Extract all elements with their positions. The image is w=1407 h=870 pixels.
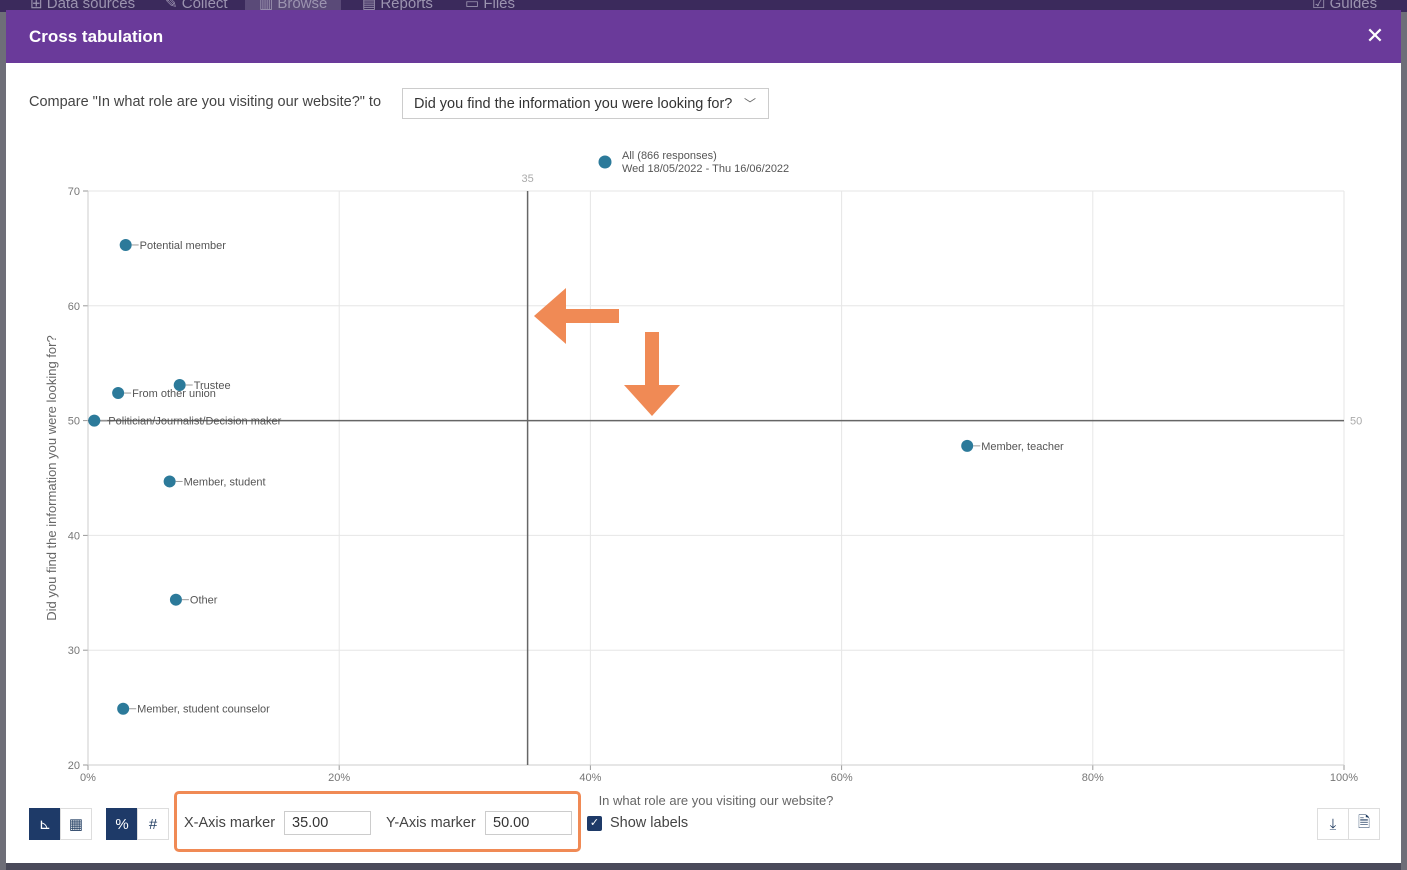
- legend-sublabel: Wed 18/05/2022 - Thu 16/06/2022: [622, 163, 789, 175]
- chevron-down-icon: ﹀: [743, 97, 756, 111]
- scatter-chart-icon: ⊾: [38, 816, 52, 833]
- y-tick-label: 20: [68, 760, 80, 772]
- data-point: [119, 238, 132, 251]
- compare-label: Compare "In what role are you visiting o…: [29, 94, 382, 110]
- y-marker-label: 50: [1350, 416, 1362, 428]
- point-label: Member, student: [184, 476, 266, 488]
- percent-icon: %: [115, 815, 129, 833]
- point-label: Member, student counselor: [137, 704, 270, 716]
- dialog-title: Cross tabulation: [29, 27, 164, 46]
- legend-label: All (866 responses): [622, 150, 717, 162]
- x-tick-label: 40%: [579, 772, 601, 784]
- export-button[interactable]: 🗎: [1348, 808, 1380, 840]
- hash-icon: #: [148, 815, 158, 833]
- arrow-down-annotation: [624, 332, 680, 416]
- x-axis-marker-label: X-Axis marker: [184, 815, 276, 831]
- y-tick-label: 70: [68, 186, 80, 198]
- x-axis-marker-input[interactable]: [284, 811, 371, 835]
- scatter-chart: 20 30 40 50 60 70 0% 20% 40% 60% 80% 100% 35 50 Pote…: [44, 150, 1362, 808]
- table-icon: ▦: [68, 816, 84, 833]
- download-button[interactable]: ⤓: [1317, 808, 1349, 840]
- compare-select-value: Did you find the information you were lo…: [414, 96, 733, 112]
- chart-markers: 35 50: [88, 173, 1362, 765]
- cross-tabulation-dialog: Cross tabulation ✕ Compare "In what role…: [6, 10, 1401, 863]
- y-tick-label: 40: [68, 530, 80, 542]
- point-label: Potential member: [140, 240, 227, 252]
- y-tick-label: 60: [68, 301, 80, 313]
- chart-grid: [87, 190, 1345, 766]
- x-tick-label: 20%: [328, 772, 350, 784]
- y-tick-label: 30: [68, 645, 80, 657]
- compare-question-select[interactable]: Did you find the information you were lo…: [402, 88, 769, 119]
- arrow-left-annotation: [534, 288, 619, 344]
- y-axis-marker-input[interactable]: [485, 811, 572, 835]
- point-label: From other union: [132, 388, 216, 400]
- dialog-header: Cross tabulation ✕: [6, 10, 1401, 63]
- x-tick-label: 0%: [80, 772, 96, 784]
- y-axis-label: Did you find the information you were lo…: [44, 335, 59, 620]
- data-point: [88, 414, 101, 427]
- x-tick-label: 80%: [1082, 772, 1104, 784]
- legend-marker: [598, 155, 612, 169]
- data-point: [169, 593, 182, 606]
- percent-button[interactable]: %: [106, 808, 138, 840]
- checkbox-checked-icon: ✓: [589, 817, 600, 829]
- data-point: [163, 475, 176, 488]
- x-axis-label: In what role are you visiting our websit…: [599, 793, 834, 808]
- data-point: [112, 387, 125, 400]
- show-labels-checkbox[interactable]: ✓: [587, 816, 602, 831]
- chart-legend: All (866 responses) Wed 18/05/2022 - Thu…: [598, 150, 789, 175]
- y-tick-label: 50: [68, 416, 80, 428]
- background-right-edge: [1401, 12, 1407, 870]
- scatter-view-button[interactable]: ⊾: [29, 808, 61, 840]
- x-tick-label: 60%: [831, 772, 853, 784]
- export-file-icon: 🗎: [1357, 813, 1371, 831]
- y-axis-marker-label: Y-Axis marker: [386, 815, 476, 831]
- download-icon: ⤓: [1329, 815, 1337, 833]
- show-labels-label[interactable]: Show labels: [610, 815, 688, 831]
- x-marker-label: 35: [521, 173, 533, 185]
- point-label: Other: [190, 595, 218, 607]
- point-label: Politician/Journalist/Decision maker: [108, 416, 281, 428]
- point-label: Member, teacher: [981, 441, 1064, 453]
- data-point: [117, 702, 130, 715]
- x-tick-label: 100%: [1330, 772, 1358, 784]
- count-button[interactable]: #: [137, 808, 169, 840]
- table-view-button[interactable]: ▦: [60, 808, 92, 840]
- data-point: [961, 439, 974, 452]
- close-icon[interactable]: ✕: [1363, 24, 1387, 48]
